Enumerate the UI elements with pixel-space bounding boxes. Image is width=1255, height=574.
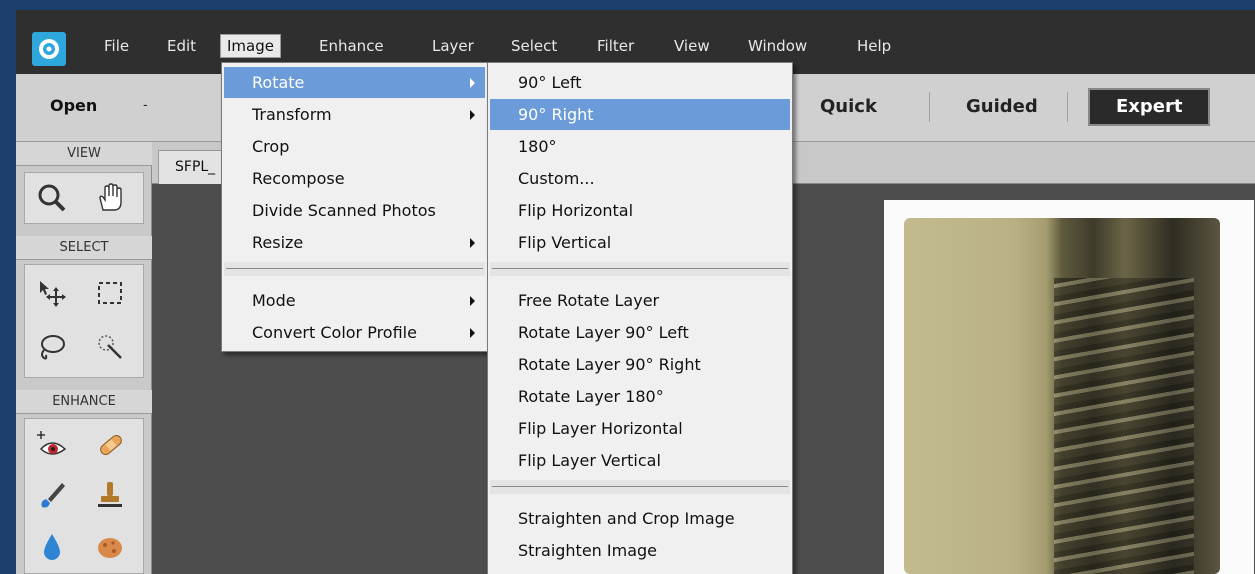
clone-stamp-icon[interactable] [87, 475, 133, 515]
rotate-submenu: 90° Left 90° Right 180° Custom... Flip H… [487, 62, 793, 574]
image-menu-resize[interactable]: Resize [224, 227, 485, 258]
menu-select[interactable]: Select [505, 34, 563, 58]
hand-icon[interactable] [87, 178, 133, 218]
image-menu-mode[interactable]: Mode [224, 285, 485, 316]
image-menu-recompose[interactable]: Recompose [224, 163, 485, 194]
photo-canvas [884, 200, 1254, 574]
image-menu-transform[interactable]: Transform [224, 99, 485, 130]
blur-icon[interactable] [29, 527, 75, 567]
menu-item-label: Transform [252, 105, 332, 124]
rotate-layer-90-right[interactable]: Rotate Layer 90° Right [490, 349, 790, 380]
toolbox-section-view: VIEW [16, 142, 152, 166]
open-button[interactable]: Open [50, 88, 97, 124]
toolbox-section-select: SELECT [16, 236, 152, 260]
enhance-tool-group [24, 418, 144, 574]
mode-guided-tab[interactable]: Guided [966, 88, 1038, 126]
mode-divider [929, 92, 930, 122]
toolbox-panel: VIEW SELECT ENHANCE [16, 142, 152, 574]
rotate-90-left[interactable]: 90° Left [490, 67, 790, 98]
flip-layer-vertical[interactable]: Flip Layer Vertical [490, 445, 790, 476]
rotate-custom[interactable]: Custom... [490, 163, 790, 194]
straighten-and-crop-image[interactable]: Straighten and Crop Image [490, 503, 790, 534]
rotate-90-right[interactable]: 90° Right [490, 99, 790, 130]
move-icon[interactable] [29, 273, 75, 313]
sponge-icon[interactable] [87, 527, 133, 567]
rotate-layer-90-left[interactable]: Rotate Layer 90° Left [490, 317, 790, 348]
open-dropdown-caret[interactable]: - [143, 88, 148, 124]
flip-layer-horizontal[interactable]: Flip Layer Horizontal [490, 413, 790, 444]
submenu-arrow-icon [470, 78, 475, 88]
menu-item-label: Convert Color Profile [252, 323, 417, 342]
photo-image [904, 218, 1220, 574]
rectangular-marquee-icon[interactable] [87, 273, 133, 313]
menu-edit[interactable]: Edit [161, 34, 202, 58]
menu-separator [224, 262, 485, 276]
mode-expert-tab[interactable]: Expert [1088, 88, 1211, 126]
flip-horizontal[interactable]: Flip Horizontal [490, 195, 790, 226]
smart-brush-icon[interactable] [29, 475, 75, 515]
elements-logo-icon[interactable] [32, 32, 66, 66]
straighten-image[interactable]: Straighten Image [490, 535, 790, 566]
image-menu-crop[interactable]: Crop [224, 131, 485, 162]
flip-vertical[interactable]: Flip Vertical [490, 227, 790, 258]
menu-filter[interactable]: Filter [591, 34, 640, 58]
healing-brush-icon[interactable] [87, 425, 133, 465]
mode-divider [1067, 92, 1068, 122]
menu-separator [490, 262, 790, 276]
lasso-icon[interactable] [29, 327, 75, 367]
submenu-arrow-icon [470, 238, 475, 248]
image-menu-dropdown: Rotate Transform Crop Recompose Divide S… [221, 62, 488, 352]
menu-image[interactable]: Image [220, 34, 281, 58]
red-eye-icon[interactable] [29, 425, 75, 465]
free-rotate-layer[interactable]: Free Rotate Layer [490, 285, 790, 316]
view-tool-group [24, 172, 144, 224]
menu-help[interactable]: Help [851, 34, 897, 58]
quick-selection-icon[interactable] [87, 327, 133, 367]
menu-file[interactable]: File [98, 34, 135, 58]
rotate-180[interactable]: 180° [490, 131, 790, 162]
submenu-arrow-icon [470, 110, 475, 120]
submenu-arrow-icon [470, 328, 475, 338]
menu-window[interactable]: Window [742, 34, 813, 58]
menu-enhance[interactable]: Enhance [313, 34, 390, 58]
zoom-icon[interactable] [29, 178, 75, 218]
menu-item-label: Rotate [252, 73, 305, 92]
image-menu-divide-scanned-photos[interactable]: Divide Scanned Photos [224, 195, 485, 226]
image-menu-rotate[interactable]: Rotate [224, 67, 485, 98]
select-tool-group [24, 264, 144, 378]
submenu-arrow-icon [470, 296, 475, 306]
mode-quick-tab[interactable]: Quick [820, 88, 877, 126]
menu-item-label: Mode [252, 291, 296, 310]
app-window: File Edit Image Enhance Layer Select Fil… [16, 10, 1255, 574]
menu-view[interactable]: View [668, 34, 716, 58]
toolbox-section-enhance: ENHANCE [16, 390, 152, 414]
menu-separator [490, 480, 790, 494]
rotate-layer-180[interactable]: Rotate Layer 180° [490, 381, 790, 412]
menu-item-label: Resize [252, 233, 304, 252]
menu-layer[interactable]: Layer [426, 34, 480, 58]
image-menu-convert-color-profile[interactable]: Convert Color Profile [224, 317, 485, 348]
document-tab[interactable]: SFPL_ [158, 150, 228, 184]
